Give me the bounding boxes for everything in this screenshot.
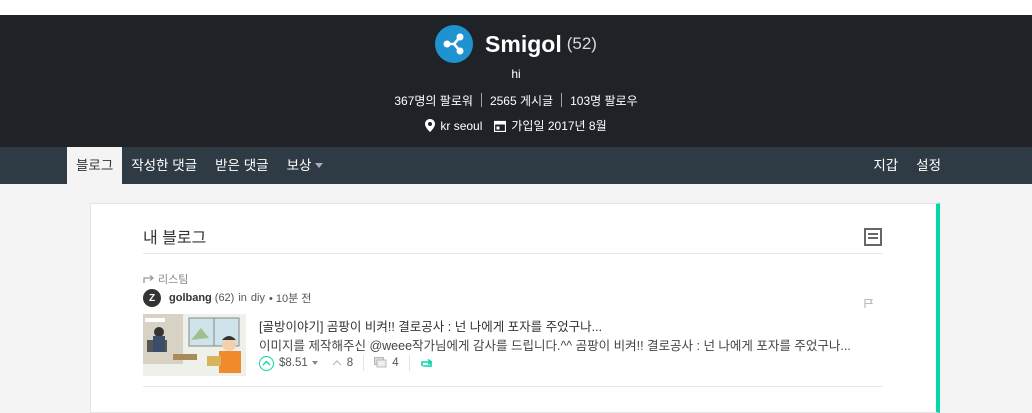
top-strip [0,0,1032,15]
resteem-icon [143,275,155,283]
comment-count[interactable]: 4 [392,357,398,369]
location-text: kr seoul [440,118,483,133]
calendar-icon [494,120,507,132]
tab-settings[interactable]: 설정 [907,147,950,184]
menu-line [868,233,878,235]
post-time[interactable]: • 10분 전 [269,290,311,306]
profile-reputation: (52) [566,34,597,53]
tab-rewards-label: 보상 [286,158,312,173]
author-reputation: (62) [214,292,235,304]
action-divider [408,355,410,371]
tab-blog[interactable]: 블로그 [67,147,123,184]
ripple-logo-icon [443,33,464,55]
profile-location: kr seoul [425,119,482,133]
nav-left: 블로그 작성한 댓글 받은 댓글 보상 [67,147,332,184]
section-title: 내 블로그 [143,230,207,247]
tab-wallet[interactable]: 지갑 [864,147,907,184]
divider [143,386,883,387]
author-name[interactable]: golbang [169,292,212,304]
profile-name-row: Smigol (52) [0,25,1032,63]
following-count[interactable]: 103명 팔로우 [562,92,646,109]
resteem-indicator: 리스팀 [143,271,188,287]
comment-icon [374,357,387,368]
profile-avatar[interactable] [435,25,474,63]
post-category[interactable]: diy [251,292,265,304]
profile-stats: 367명의 팔로워 2565 게시글 103명 팔로우 [0,92,1032,109]
layout-toggle-button[interactable] [864,228,882,246]
author-avatar[interactable]: Z [143,289,161,307]
followers-count[interactable]: 367명의 팔로워 [386,92,481,109]
payout-dropdown-icon[interactable] [311,361,318,365]
post-thumbnail[interactable] [143,314,246,376]
profile-name: Smigol [485,30,562,57]
category-prefix: in [238,292,247,304]
profile-meta: kr seoul 가입일 2017년 8월 [0,117,1032,134]
nav-right: 지갑 설정 [864,147,950,184]
action-divider [363,355,365,371]
post-actions: $8.51 8 4 [259,355,433,371]
post-author-row: Z golbang (62) in diy • 10분 전 [143,289,311,307]
blog-panel: 내 블로그 리스팀 Z golbang (62) in diy • 10분 전 [90,203,940,413]
tab-comments[interactable]: 작성한 댓글 [122,147,206,184]
profile-about: hi [511,67,521,81]
profile-nav: 블로그 작성한 댓글 받은 댓글 보상 지갑 설정 [0,147,1032,184]
location-pin-icon [425,119,436,132]
flag-icon[interactable] [864,296,874,314]
upvote-button[interactable] [259,355,274,371]
post-summary[interactable]: 이미지를 제작해주신 @weee작가님에게 감사를 드립니다.^^ 곰팡이 비켜… [259,335,874,354]
vote-count[interactable]: 8 [347,357,353,369]
profile-header: Smigol (52) hi 367명의 팔로워 2565 게시글 103명 팔… [0,15,1032,147]
chevron-up-icon [262,360,271,366]
post-title[interactable]: [골방이야기] 곰팡이 비켜!! 결로공사 : 넌 나에게 포자를 주었구나..… [259,316,602,335]
resteem-text: 리스팀 [158,274,189,286]
tab-rewards[interactable]: 보상 [278,147,333,184]
posts-count: 2565 게시글 [489,94,554,108]
votes-icon [332,360,342,366]
menu-line [868,237,878,239]
profile-joined: 가입일 2017년 8월 [494,117,607,134]
tab-replies[interactable]: 받은 댓글 [206,147,277,184]
chevron-down-icon [315,163,324,168]
resteem-action-icon[interactable] [420,358,433,369]
joined-text: 가입일 2017년 8월 [511,119,607,133]
post-payout[interactable]: $8.51 [279,357,308,369]
divider [143,253,883,254]
